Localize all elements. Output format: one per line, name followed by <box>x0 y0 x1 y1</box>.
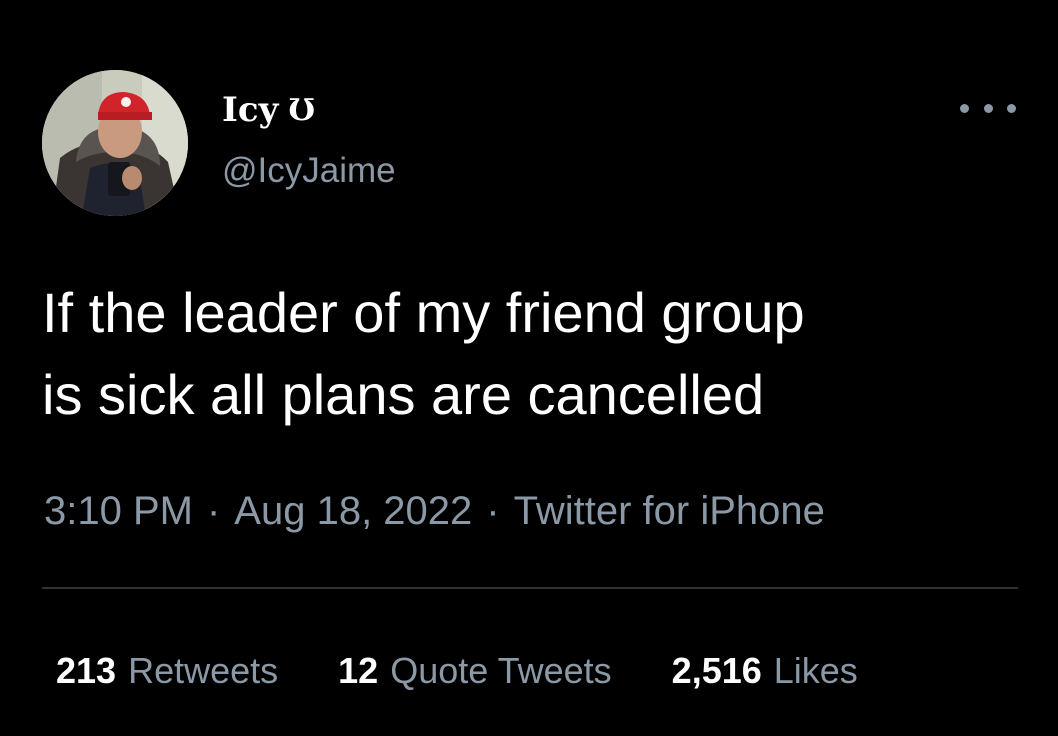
quote-tweets-stat[interactable]: 12 Quote Tweets <box>338 650 612 692</box>
tweet-source[interactable]: Twitter for iPhone <box>514 489 825 533</box>
tweet-stats: 213 Retweets 12 Quote Tweets 2,516 Likes <box>56 650 858 692</box>
more-horizontal-icon <box>983 103 993 113</box>
more-horizontal-icon <box>1007 103 1016 113</box>
meta-separator: · <box>206 489 221 533</box>
tweet-date[interactable]: Aug 18, 2022 <box>234 489 472 533</box>
retweets-label: Retweets <box>128 650 279 691</box>
tweet-card: Icy Ʊ @IcyJaime If the leader of my frie… <box>0 0 1058 736</box>
avatar-photo <box>42 70 188 216</box>
tweet-text-line: is sick all plans are cancelled <box>42 363 765 426</box>
tweet-text-line: If the leader of my friend group <box>42 281 805 344</box>
author-handle[interactable]: @IcyJaime <box>222 151 396 191</box>
retweets-count: 213 <box>56 650 117 691</box>
display-name-text: Icy <box>222 90 279 130</box>
retweets-stat[interactable]: 213 Retweets <box>56 650 278 692</box>
divider <box>42 587 1018 589</box>
meta-separator: · <box>486 489 500 533</box>
name-glyph: Ʊ <box>288 92 316 128</box>
more-horizontal-icon <box>960 103 969 113</box>
likes-stat[interactable]: 2,516 Likes <box>672 650 858 692</box>
author-display-name[interactable]: Icy Ʊ <box>222 90 315 130</box>
tweet-time[interactable]: 3:10 PM <box>44 489 193 533</box>
avatar[interactable] <box>42 70 188 216</box>
more-options-button[interactable] <box>960 96 1016 120</box>
likes-count: 2,516 <box>671 650 762 691</box>
tweet-text: If the leader of my friend group is sick… <box>42 272 1032 436</box>
tweet-metadata: 3:10 PM · Aug 18, 2022 · Twitter for iPhone <box>44 489 825 534</box>
quote-tweets-label: Quote Tweets <box>390 650 612 691</box>
quote-tweets-count: 12 <box>338 650 379 691</box>
likes-label: Likes <box>773 650 858 691</box>
